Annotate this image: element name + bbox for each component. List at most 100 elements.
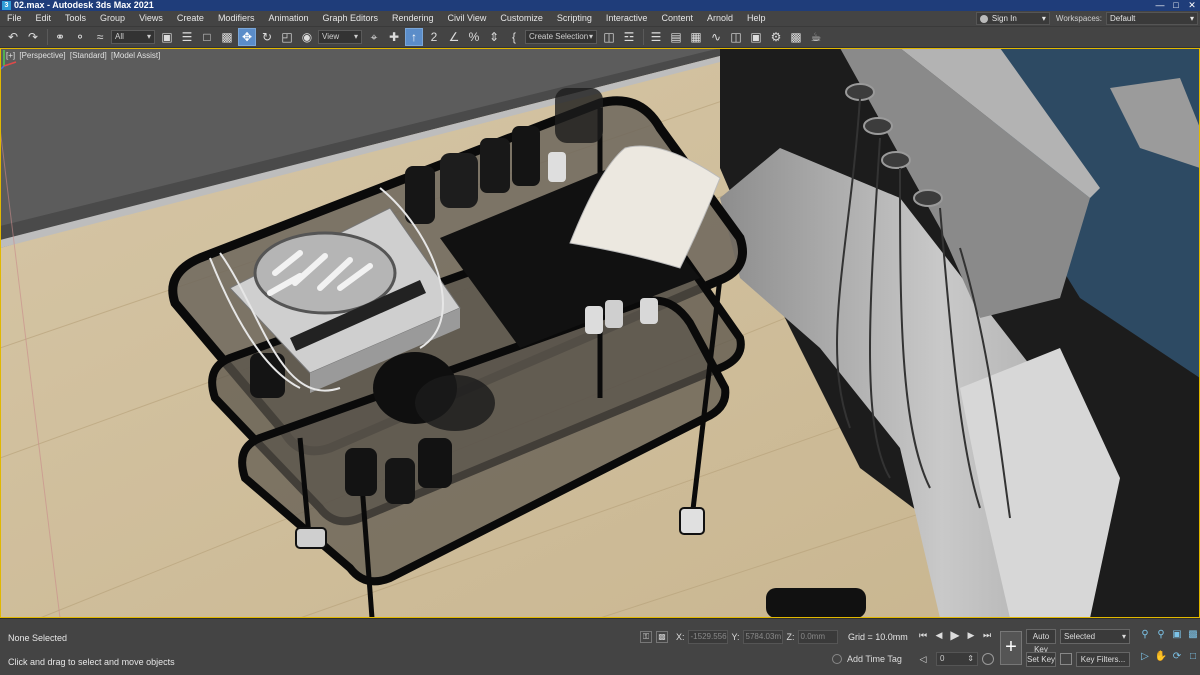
viewport-pov-label[interactable]: [Perspective]	[19, 51, 65, 60]
edit-named-sel-icon[interactable]: {	[505, 28, 523, 46]
window-crossing-icon[interactable]: ▩	[218, 28, 236, 46]
maximize-icon[interactable]: □	[1168, 0, 1184, 11]
perspective-viewport[interactable]: [+] [Perspective] [Standard] [Model Assi…	[0, 48, 1200, 618]
z-coordinate-field[interactable]: 0.0mm	[797, 630, 838, 644]
menu-scripting[interactable]: Scripting	[550, 11, 599, 26]
render-icon[interactable]: ☕	[807, 28, 825, 46]
orbit-icon[interactable]: ⟳	[1170, 650, 1184, 664]
menu-help[interactable]: Help	[740, 11, 773, 26]
menu-civil-view[interactable]: Civil View	[441, 11, 494, 26]
snaps-toggle-icon[interactable]: 2	[425, 28, 443, 46]
spinner-snap-icon[interactable]: ⇕	[485, 28, 503, 46]
playback-controls: ⏮ ◀ ▶ ▶ ⏭	[916, 628, 996, 642]
x-coordinate-field[interactable]: -1529.556r	[687, 630, 728, 644]
menu-interactive[interactable]: Interactive	[599, 11, 655, 26]
go-to-end-icon[interactable]: ⏭	[980, 628, 994, 642]
select-place-icon[interactable]: ◉	[298, 28, 316, 46]
mirror-icon[interactable]: ◫	[600, 28, 618, 46]
y-label: Y:	[731, 632, 740, 642]
align-icon[interactable]: ☲	[620, 28, 638, 46]
reference-coord-select[interactable]: View ▾	[318, 30, 362, 44]
previous-frame-icon[interactable]: ◀	[932, 628, 946, 642]
workspaces-value: Default	[1110, 14, 1136, 23]
layer-explorer-icon[interactable]: ▤	[667, 28, 685, 46]
zoom-extents-icon[interactable]: ▣	[1170, 628, 1184, 642]
menu-content[interactable]: Content	[654, 11, 700, 26]
menu-file[interactable]: File	[0, 11, 29, 26]
schematic-view-icon[interactable]: ◫	[727, 28, 745, 46]
rendered-frame-icon[interactable]: ▩	[787, 28, 805, 46]
render-setup-icon[interactable]: ⚙	[767, 28, 785, 46]
toolbar-separator	[643, 29, 644, 45]
pan-icon[interactable]: ✋	[1154, 650, 1168, 664]
key-mode-select[interactable]: Selected ▾	[1060, 629, 1130, 644]
percent-snap-icon[interactable]: %	[465, 28, 483, 46]
viewport-shading-label[interactable]: [Standard]	[70, 51, 107, 60]
menu-modifiers[interactable]: Modifiers	[211, 11, 262, 26]
play-icon[interactable]: ▶	[948, 628, 962, 642]
select-move-icon[interactable]: ✥	[238, 28, 256, 46]
chevron-down-icon: ▾	[1189, 14, 1194, 23]
set-key-button[interactable]: Set Key	[1026, 652, 1056, 667]
y-coordinate-field[interactable]: 5784.03m	[742, 630, 783, 644]
menu-rendering[interactable]: Rendering	[385, 11, 441, 26]
menu-arnold[interactable]: Arnold	[700, 11, 740, 26]
scene-explorer-icon[interactable]: ☰	[647, 28, 665, 46]
3ds-max-app-icon[interactable]: 3	[2, 1, 11, 10]
menu-graph-editors[interactable]: Graph Editors	[315, 11, 385, 26]
menu-customize[interactable]: Customize	[493, 11, 550, 26]
add-time-tag-button[interactable]: Add Time Tag	[832, 654, 902, 664]
key-filters-button[interactable]: Key Filters...	[1076, 652, 1130, 667]
selection-lock-icon[interactable]: ⚿	[640, 631, 652, 643]
unlink-icon[interactable]: ⚬	[71, 28, 89, 46]
key-filter-icon[interactable]	[1060, 653, 1072, 665]
set-keys-icon[interactable]: +	[1000, 631, 1022, 665]
key-mode-toggle-icon[interactable]: ◁	[916, 652, 930, 666]
pivot-icon[interactable]: ⌖	[365, 28, 383, 46]
named-selection-select[interactable]: Create Selection Se ▾	[525, 30, 597, 44]
selection-filter-select[interactable]: All ▾	[111, 30, 155, 44]
maximize-viewport-icon[interactable]: □	[1186, 650, 1200, 664]
time-configuration-icon[interactable]	[982, 653, 994, 665]
redo-icon[interactable]: ↷	[24, 28, 42, 46]
minimize-icon[interactable]: —	[1152, 0, 1168, 11]
bind-spacewarp-icon[interactable]: ≈	[91, 28, 109, 46]
select-by-name-icon[interactable]: ☰	[178, 28, 196, 46]
menu-group[interactable]: Group	[93, 11, 132, 26]
field-of-view-icon[interactable]: ▷	[1138, 650, 1152, 664]
link-icon[interactable]: ⚭	[51, 28, 69, 46]
next-frame-icon[interactable]: ▶	[964, 628, 978, 642]
spinner-icon[interactable]: ⇕	[967, 653, 974, 665]
go-to-start-icon[interactable]: ⏮	[916, 628, 930, 642]
menu-animation[interactable]: Animation	[261, 11, 315, 26]
menu-edit[interactable]: Edit	[29, 11, 59, 26]
angle-snap-icon[interactable]: ∠	[445, 28, 463, 46]
curve-editor-icon[interactable]: ∿	[707, 28, 725, 46]
viewport-label[interactable]: [+] [Perspective] [Standard] [Model Assi…	[6, 51, 162, 60]
auto-key-button[interactable]: Auto Key	[1026, 629, 1056, 654]
absolute-mode-icon[interactable]: ▩	[656, 631, 668, 643]
zoom-all-icon[interactable]: ⚲	[1154, 628, 1168, 642]
current-frame-field[interactable]: 0 ⇕	[936, 652, 978, 666]
menu-create[interactable]: Create	[170, 11, 211, 26]
menu-tools[interactable]: Tools	[58, 11, 93, 26]
close-icon[interactable]: ✕	[1184, 0, 1200, 11]
ribbon-icon[interactable]: ▦	[687, 28, 705, 46]
frame-row: ◁ 0 ⇕	[916, 652, 994, 666]
z-label: Z:	[786, 632, 795, 642]
select-rotate-icon[interactable]: ↻	[258, 28, 276, 46]
rect-selection-icon[interactable]: □	[198, 28, 216, 46]
menu-views[interactable]: Views	[132, 11, 170, 26]
zoom-icon[interactable]: ⚲	[1138, 628, 1152, 642]
selection-status: None Selected	[8, 633, 68, 643]
material-editor-icon[interactable]: ▣	[747, 28, 765, 46]
select-scale-icon[interactable]: ◰	[278, 28, 296, 46]
select-manipulate-icon[interactable]: ✚	[385, 28, 403, 46]
zoom-extents-all-icon[interactable]: ▩	[1186, 628, 1200, 642]
keyboard-shortcut-icon[interactable]: ↑	[405, 28, 423, 46]
viewport-display-label[interactable]: [Model Assist]	[111, 51, 160, 60]
select-object-icon[interactable]: ▣	[158, 28, 176, 46]
sign-in-dropdown[interactable]: Sign In ▾	[975, 12, 1050, 25]
undo-icon[interactable]: ↶	[4, 28, 22, 46]
workspaces-select[interactable]: Default ▾	[1106, 12, 1198, 25]
